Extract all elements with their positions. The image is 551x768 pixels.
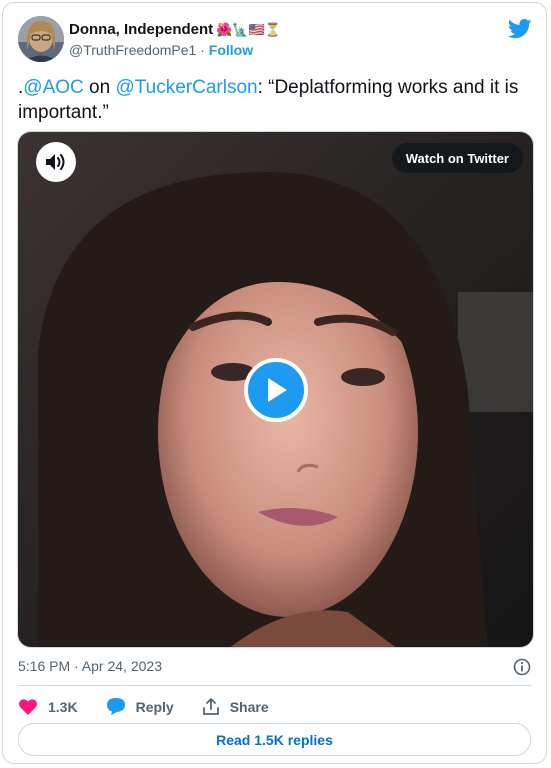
speaker-icon (46, 154, 65, 170)
heart-icon (19, 698, 37, 715)
timestamp[interactable]: 5:16 PM · Apr 24, 2023 (18, 658, 162, 674)
play-icon (268, 378, 287, 402)
mention-tuckercarlson[interactable]: @TuckerCarlson (115, 77, 257, 98)
author-name-row[interactable]: Donna, Independent 🌺🗽🇺🇸⏳ (69, 21, 281, 38)
tweet-card: Donna, Independent 🌺🗽🇺🇸⏳ @TruthFreedomPe… (2, 2, 547, 764)
author-handle-row: @TruthFreedomPe1 · Follow (69, 42, 253, 58)
text-mid: on (83, 77, 116, 98)
tweet-text: .@AOC on @TuckerCarlson: “Deplatforming … (18, 75, 533, 125)
follow-link[interactable]: Follow (209, 42, 253, 58)
twitter-bird-icon[interactable] (508, 19, 532, 39)
sound-toggle[interactable] (36, 142, 76, 182)
read-replies-button[interactable]: Read 1.5K replies (18, 723, 531, 756)
divider (18, 685, 531, 686)
share-button[interactable]: Share (202, 697, 269, 716)
reply-button[interactable]: Reply (106, 697, 174, 716)
mention-aoc[interactable]: @AOC (23, 77, 83, 98)
share-label: Share (229, 698, 269, 715)
like-button[interactable]: 1.3K (18, 698, 78, 716)
video-player[interactable]: Watch on Twitter (17, 131, 534, 648)
reply-bubble-icon (106, 698, 125, 715)
action-bar: 1.3K Reply Share (18, 697, 297, 716)
author-name[interactable]: Donna, Independent (69, 21, 213, 38)
like-count: 1.3K (48, 698, 78, 715)
author-emojis: 🌺🗽🇺🇸⏳ (216, 21, 281, 37)
share-icon (202, 698, 219, 715)
handle-separator: · (200, 42, 205, 58)
info-icon[interactable] (513, 658, 531, 676)
author-handle[interactable]: @TruthFreedomPe1 (69, 42, 196, 58)
avatar[interactable] (18, 16, 64, 62)
watch-on-twitter-button[interactable]: Watch on Twitter (391, 143, 523, 173)
reply-label: Reply (135, 698, 174, 715)
play-button[interactable] (244, 358, 308, 422)
avatar-image (18, 16, 64, 62)
